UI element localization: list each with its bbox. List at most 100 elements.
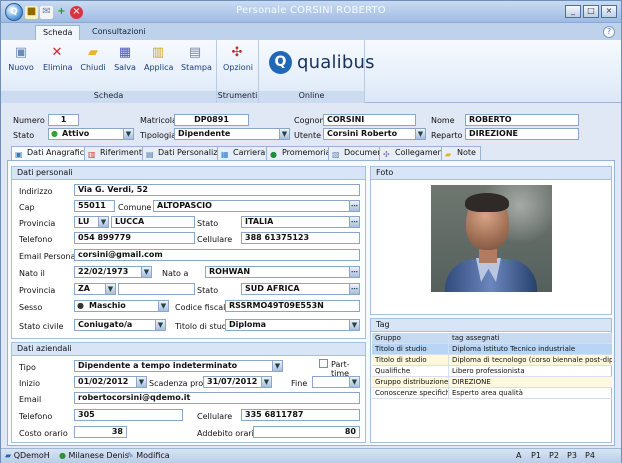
- qualibus-logo-icon: Q: [269, 51, 292, 74]
- person-icon: ●: [77, 301, 84, 310]
- stato-nation-field[interactable]: ITALIA ⋯: [241, 216, 360, 228]
- folder-icon: ▰: [88, 45, 98, 60]
- maximize-button[interactable]: □: [583, 5, 599, 18]
- gruppo-column-header[interactable]: Gruppo: [372, 333, 449, 344]
- provincia-label: Provincia: [19, 219, 56, 228]
- status-indicator-p2[interactable]: P2: [549, 451, 559, 460]
- opzioni-button[interactable]: ✣ Opzioni: [223, 45, 253, 72]
- status-indicator-p4[interactable]: P4: [585, 451, 595, 460]
- group-online-label: Online: [259, 91, 364, 103]
- telefono-field[interactable]: 054 899779: [74, 232, 195, 244]
- provincia-nascita-name-field[interactable]: [118, 283, 195, 295]
- cap-label: Cap: [19, 203, 35, 212]
- cellulare-label: Cellulare: [197, 235, 233, 244]
- part-time-checkbox[interactable]: [319, 359, 328, 368]
- telefono-label: Telefono: [19, 235, 53, 244]
- status-indicator-a[interactable]: A: [516, 451, 521, 460]
- nato-il-field[interactable]: 22/02/1973 ▼: [74, 266, 152, 278]
- tab-carriera[interactable]: ▦ Carriera: [217, 146, 271, 160]
- chevron-down-icon: ▼: [349, 320, 359, 330]
- tag-assegnati-column-header[interactable]: tag assegnati: [449, 333, 612, 344]
- lookup-icon[interactable]: ⋯: [349, 284, 359, 294]
- qualibus-logo[interactable]: Q qualibus: [269, 51, 375, 74]
- group-online: Q qualibus Online: [259, 40, 374, 103]
- stato-civile-select[interactable]: Coniugato/a ▼: [74, 319, 166, 331]
- table-row[interactable]: Titolo di studio Diploma di tecnologo (co…: [372, 355, 612, 366]
- cap-field[interactable]: 55011: [74, 200, 115, 212]
- cellulare-aziendale-field[interactable]: 335 6811787: [241, 409, 360, 421]
- email-aziendale-field[interactable]: robertocorsini@qdemo.it: [74, 392, 360, 404]
- status-mode: ✎ Modifica: [127, 451, 170, 460]
- tab-riferimenti[interactable]: ▥ Riferimenti: [84, 146, 150, 160]
- applica-button[interactable]: ▥ Applica: [144, 45, 173, 72]
- status-indicator-p3[interactable]: P3: [567, 451, 577, 460]
- tab-dati-anagrafici[interactable]: ▣ Dati Anagrafici: [11, 146, 92, 160]
- employee-header: Numero 1 Matricola DP0891 Cognome CORSIN…: [1, 107, 621, 141]
- cellulare-field[interactable]: 388 61375123: [241, 232, 360, 244]
- comune-label: Comune: [118, 203, 152, 212]
- chevron-down-icon: ▼: [105, 284, 115, 294]
- utente-label: Utente: [294, 131, 322, 140]
- status-database: ▰ QDemoH: [5, 451, 50, 460]
- provincia-name-field[interactable]: LUCCA: [111, 216, 195, 228]
- utente-select[interactable]: Corsini Roberto ▼: [323, 128, 426, 140]
- addebito-orario-field[interactable]: 80: [253, 426, 360, 438]
- tab-note[interactable]: ▰ Note: [441, 146, 481, 160]
- codice-fiscale-field[interactable]: RSSRMO49T09E553N: [225, 300, 360, 312]
- status-indicator-p1[interactable]: P1: [531, 451, 541, 460]
- nome-field[interactable]: ROBERTO: [465, 114, 579, 126]
- salva-button[interactable]: ▦ Salva: [111, 45, 139, 72]
- tipo-select[interactable]: Dipendente a tempo indeterminato ▼: [74, 360, 283, 372]
- matricola-field[interactable]: DP0891: [174, 114, 249, 126]
- reparto-label: Reparto: [431, 131, 463, 140]
- telefono-aziendale-field[interactable]: 305: [74, 409, 183, 421]
- indirizzo-field[interactable]: Via G. Verdi, 52: [74, 184, 360, 196]
- costo-orario-field[interactable]: 38: [74, 426, 127, 438]
- elimina-button[interactable]: ✕ Elimina: [43, 45, 73, 72]
- cognome-field[interactable]: CORSINI: [323, 114, 416, 126]
- nuovo-button[interactable]: ▣ Nuovo: [7, 45, 35, 72]
- provincia-select[interactable]: LU ▼: [74, 216, 109, 228]
- titolo-studio-select[interactable]: Diploma ▼: [225, 319, 360, 331]
- indirizzo-label: Indirizzo: [19, 187, 53, 196]
- numero-field[interactable]: 1: [48, 114, 79, 126]
- tipologia-select[interactable]: Dipendente ▼: [174, 128, 290, 140]
- provincia-nascita-select[interactable]: ZA ▼: [74, 283, 116, 295]
- chevron-down-icon: ▼: [415, 129, 425, 139]
- stato-nascita-field[interactable]: SUD AFRICA ⋯: [241, 283, 360, 295]
- fine-field[interactable]: ▼: [312, 376, 360, 388]
- chevron-down-icon: ▼: [136, 377, 146, 387]
- email-personale-field[interactable]: corsini@gmail.com: [74, 249, 360, 261]
- detail-tabs: ▣ Dati Anagrafici ▥ Riferimenti ▤ Dati Pers…: [7, 146, 615, 160]
- close-button[interactable]: ×: [601, 5, 617, 18]
- comune-field[interactable]: ALTOPASCIO ⋯: [153, 200, 360, 212]
- lookup-icon[interactable]: ⋯: [349, 201, 359, 211]
- reparto-field[interactable]: DIREZIONE: [465, 128, 579, 140]
- scadenza-prova-field[interactable]: 31/07/2012 ▼: [203, 376, 272, 388]
- stato-select[interactable]: ● Attivo ▼: [48, 128, 134, 140]
- chevron-down-icon: ▼: [158, 301, 168, 311]
- lookup-icon[interactable]: ⋯: [349, 217, 359, 227]
- tab-scheda[interactable]: Scheda: [35, 25, 81, 40]
- tab-consultazioni[interactable]: Consultazioni: [85, 25, 153, 40]
- table-row[interactable]: Qualifiche Libero professionista: [372, 366, 612, 377]
- delete-icon: ✕: [51, 45, 63, 60]
- lookup-icon[interactable]: ⋯: [349, 267, 359, 277]
- table-row[interactable]: Gruppo distribuzione DIREZIONE: [372, 377, 612, 388]
- photo-neck: [479, 248, 497, 263]
- sesso-select[interactable]: ● Maschio ▼: [74, 300, 169, 312]
- tab-promemoria[interactable]: ● Promemoria: [266, 146, 336, 160]
- chevron-down-icon: ▼: [141, 267, 151, 277]
- minimize-button[interactable]: _: [565, 5, 581, 18]
- inizio-field[interactable]: 01/02/2012 ▼: [74, 376, 147, 388]
- window-title: Personale CORSINI ROBERTO: [236, 5, 386, 16]
- chiudi-button[interactable]: ▰ Chiudi: [79, 45, 107, 72]
- table-row[interactable]: Titolo di studio Diploma Istituto Tecnico…: [372, 344, 612, 355]
- window-controls: _ □ ×: [565, 5, 617, 18]
- nato-a-field[interactable]: ROHWAN ⋯: [205, 266, 360, 278]
- email-aziendale-label: Email: [19, 395, 42, 404]
- employee-photo[interactable]: [431, 185, 552, 292]
- table-row[interactable]: Conoscenze specifiche Esperto area qualit…: [372, 388, 612, 399]
- help-icon[interactable]: ?: [603, 26, 615, 38]
- stampa-button[interactable]: ▤ Stampa: [181, 45, 212, 72]
